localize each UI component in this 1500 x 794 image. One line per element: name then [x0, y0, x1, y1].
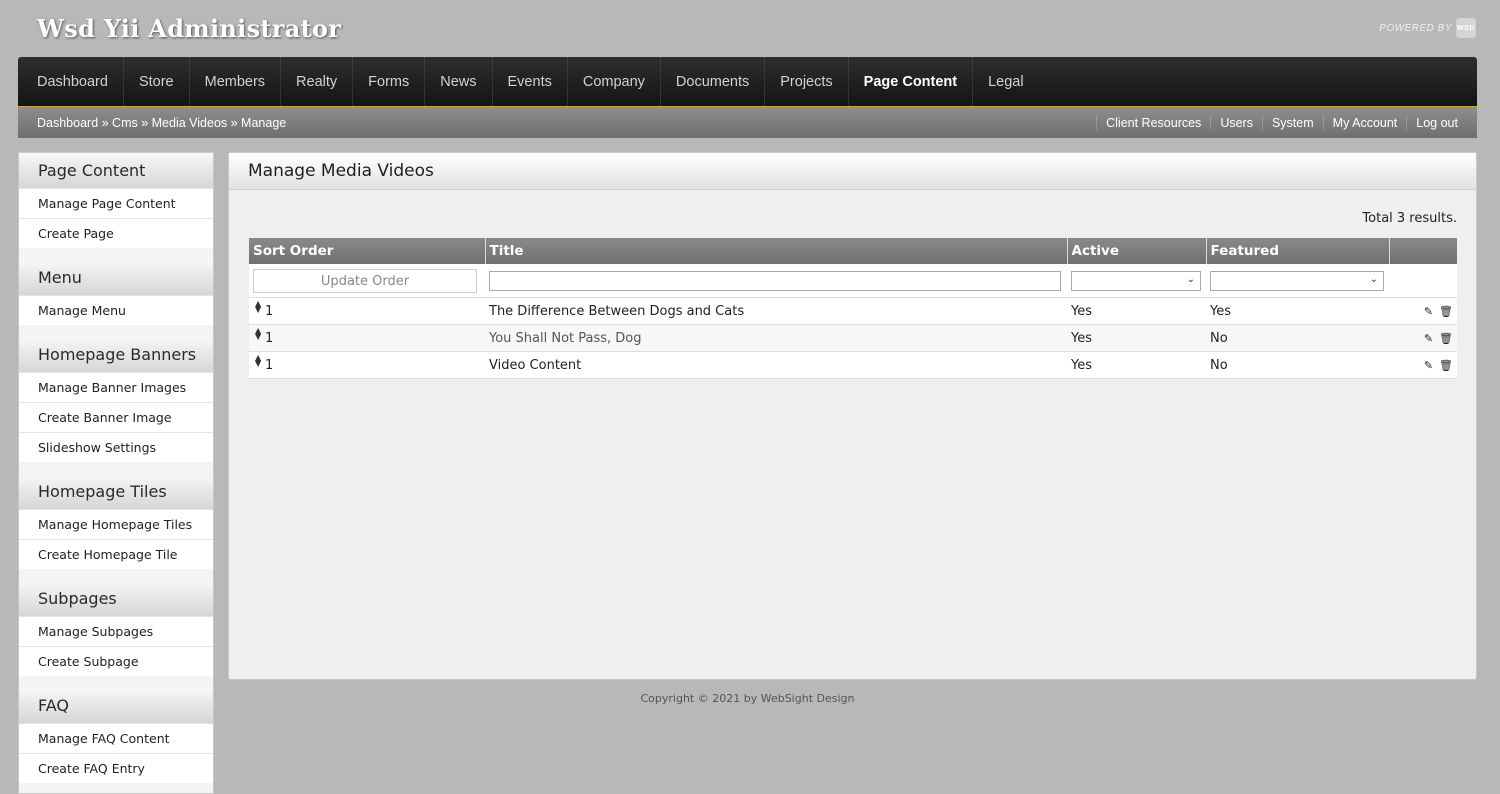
row-title: You Shall Not Pass, Dog [485, 324, 1067, 352]
app-title: Wsd Yii Administrator [37, 14, 342, 43]
user-links: Client Resources Users System My Account… [1096, 115, 1477, 130]
nav-item-page-content[interactable]: Page Content [849, 57, 974, 106]
sidebar-item-manage-faq-content[interactable]: Manage FAQ Content [19, 723, 213, 753]
column-actions [1389, 238, 1457, 264]
sidebar-item-create-homepage-tile[interactable]: Create Homepage Tile [19, 539, 213, 569]
nav-item-dashboard[interactable]: Dashboard [18, 57, 124, 106]
sort-value: 1 [265, 357, 274, 373]
nav-item-realty[interactable]: Realty [281, 57, 354, 106]
sidebar-section-title: Subpages [19, 581, 213, 616]
chevron-down-icon: ⌄ [1369, 273, 1378, 285]
breadcrumb[interactable]: Dashboard » Cms » Media Videos » Manage [18, 116, 286, 130]
column-sort-order[interactable]: Sort Order [249, 238, 486, 264]
edit-icon[interactable]: ✎ [1424, 359, 1433, 372]
sidebar-item-slideshow-settings[interactable]: Slideshow Settings [19, 432, 213, 462]
update-order-button[interactable]: Update Order [253, 268, 477, 293]
results-summary: Total 3 results. [1362, 211, 1457, 226]
sidebar-item-manage-homepage-tiles[interactable]: Manage Homepage Tiles [19, 509, 213, 539]
main-nav: Dashboard Store Members Realty Forms New… [18, 57, 1477, 107]
row-featured: Yes [1206, 297, 1389, 325]
link-log-out[interactable]: Log out [1406, 115, 1467, 130]
row-title: The Difference Between Dogs and Cats [485, 297, 1067, 325]
row-active: Yes [1067, 297, 1206, 325]
trash-icon[interactable]: 🗑 [1439, 332, 1453, 345]
sidebar-item-manage-page-content[interactable]: Manage Page Content [19, 188, 213, 218]
sidebar: Page Content Manage Page Content Create … [18, 152, 214, 794]
main-panel: Manage Media Videos Total 3 results. Sor… [228, 152, 1477, 680]
row-featured: No [1206, 324, 1389, 352]
column-active[interactable]: Active [1067, 238, 1207, 264]
featured-filter-select[interactable]: ⌄ [1210, 270, 1384, 291]
nav-item-news[interactable]: News [425, 57, 493, 106]
drag-handle-icon[interactable]: ▲ ▼ [255, 300, 261, 314]
table-row: ▲ ▼ 1 Video Content Yes No ✎ 🗑 [249, 351, 1457, 379]
sidebar-item-create-banner-image[interactable]: Create Banner Image [19, 402, 213, 432]
trash-icon[interactable]: 🗑 [1439, 359, 1453, 372]
nav-item-legal[interactable]: Legal [973, 57, 1038, 106]
nav-item-company[interactable]: Company [568, 57, 661, 106]
sort-value: 1 [265, 330, 274, 346]
row-featured: No [1206, 351, 1389, 379]
sort-value: 1 [265, 303, 274, 319]
nav-item-members[interactable]: Members [190, 57, 282, 106]
row-active: Yes [1067, 351, 1206, 379]
row-active: Yes [1067, 324, 1206, 352]
sidebar-section-title: FAQ [19, 688, 213, 723]
powered-by-label: POWERED BY [1379, 22, 1452, 34]
table-row: ▲ ▼ 1 The Difference Between Dogs and Cats… [249, 297, 1457, 325]
filter-row: Update Order ⌄ ⌄ [249, 264, 1457, 298]
sidebar-section-title: Homepage Banners [19, 337, 213, 372]
sidebar-section-title: Menu [19, 260, 213, 295]
column-featured[interactable]: Featured [1206, 238, 1390, 264]
sidebar-item-manage-subpages[interactable]: Manage Subpages [19, 616, 213, 646]
trash-icon[interactable]: 🗑 [1439, 305, 1453, 318]
title-filter-input[interactable] [489, 270, 1061, 291]
edit-icon[interactable]: ✎ [1424, 305, 1433, 318]
nav-item-forms[interactable]: Forms [353, 57, 426, 106]
powered-by: POWERED BY WSD [1379, 18, 1476, 38]
active-filter-select[interactable]: ⌄ [1071, 270, 1201, 291]
wsd-logo-icon: WSD [1456, 18, 1476, 38]
link-client-resources[interactable]: Client Resources [1096, 115, 1210, 130]
edit-icon[interactable]: ✎ [1424, 332, 1433, 345]
chevron-down-icon: ⌄ [1186, 273, 1195, 285]
footer-copyright: Copyright © 2021 by WebSight Design [640, 692, 855, 705]
link-system[interactable]: System [1261, 115, 1323, 130]
nav-item-events[interactable]: Events [493, 57, 568, 106]
videos-table: Sort Order Title Active Featured Update … [249, 238, 1457, 379]
drag-handle-icon[interactable]: ▲ ▼ [255, 327, 261, 341]
sidebar-section-title: Page Content [19, 153, 213, 188]
drag-handle-icon[interactable]: ▲ ▼ [255, 354, 261, 368]
row-title: Video Content [485, 351, 1067, 379]
nav-item-store[interactable]: Store [124, 57, 190, 106]
sidebar-item-create-page[interactable]: Create Page [19, 218, 213, 248]
page-title: Manage Media Videos [229, 153, 1476, 190]
sub-bar: Dashboard » Cms » Media Videos » Manage … [18, 107, 1477, 138]
table-row: ▲ ▼ 1 You Shall Not Pass, Dog Yes No ✎ 🗑 [249, 324, 1457, 352]
sidebar-item-manage-menu[interactable]: Manage Menu [19, 295, 213, 325]
nav-item-documents[interactable]: Documents [661, 57, 766, 106]
sidebar-item-create-subpage[interactable]: Create Subpage [19, 646, 213, 676]
sidebar-section-title: Homepage Tiles [19, 474, 213, 509]
column-title[interactable]: Title [485, 238, 1068, 264]
sidebar-item-create-faq-entry[interactable]: Create FAQ Entry [19, 753, 213, 783]
link-users[interactable]: Users [1210, 115, 1262, 130]
nav-item-projects[interactable]: Projects [765, 57, 849, 106]
sidebar-item-manage-banner-images[interactable]: Manage Banner Images [19, 372, 213, 402]
link-my-account[interactable]: My Account [1322, 115, 1407, 130]
